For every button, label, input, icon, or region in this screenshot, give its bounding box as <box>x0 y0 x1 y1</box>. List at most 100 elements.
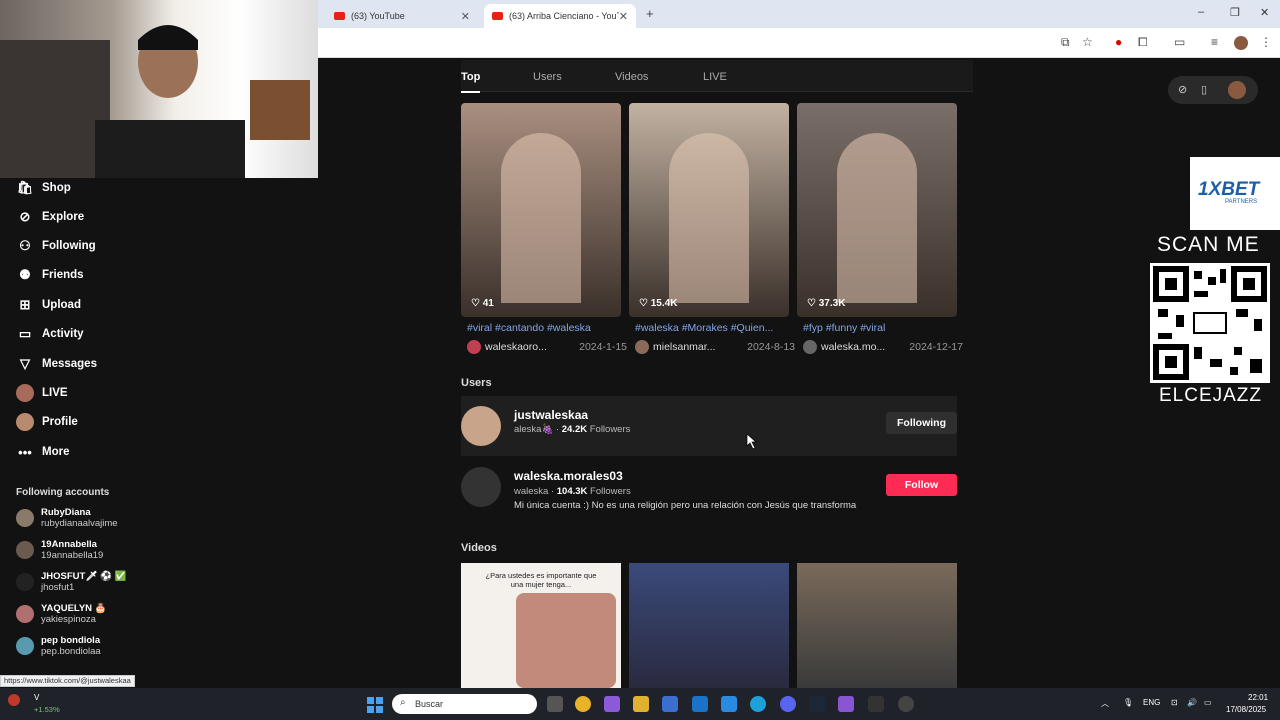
following-account[interactable]: YAQUELYN 🎂 yakiespinoza <box>16 598 107 630</box>
video-caption[interactable]: #waleska #Morakes #Quien... <box>635 322 795 334</box>
battery-icon[interactable]: ▭ <box>1204 698 1212 707</box>
video-caption[interactable]: #fyp #funny #viral <box>803 322 963 334</box>
user-avatar[interactable] <box>461 406 501 446</box>
following-account[interactable]: JHOSFUT🗡 ⚽ ✅ jhosfut1 <box>16 566 126 598</box>
microphone-icon[interactable]: 🎙 <box>1123 698 1133 707</box>
extensions-icon[interactable]: ⧠ <box>1138 35 1148 50</box>
avatar[interactable] <box>16 605 34 623</box>
language-indicator[interactable]: ENG <box>1143 698 1160 707</box>
like-count: ♡ 41 <box>471 298 494 309</box>
browser-tab-youtube[interactable]: (63) YouTube ✕ <box>326 4 478 28</box>
discord-icon[interactable] <box>780 696 796 712</box>
following-account[interactable]: RubyDiana rubydianaalvajime <box>16 502 118 534</box>
bookmark-star-icon[interactable]: ☆ <box>1082 35 1093 49</box>
video-card[interactable]: ♡ 15.4K <box>629 103 789 317</box>
minimize-button[interactable]: – <box>1198 6 1204 18</box>
g-hub-icon[interactable] <box>868 696 884 712</box>
avatar[interactable] <box>1228 81 1246 99</box>
user-avatar[interactable] <box>461 467 501 507</box>
floating-toolbar[interactable]: ⊘ ▯ <box>1168 76 1258 104</box>
clock-time[interactable]: 22:01 <box>1248 693 1268 702</box>
promo-code: ELCEJAZZ <box>1159 385 1263 406</box>
sidebar-item-messages[interactable]: ▽ Messages <box>16 352 97 376</box>
steam-icon[interactable] <box>809 696 825 712</box>
avatar[interactable] <box>16 509 34 527</box>
new-tab-button[interactable]: + <box>646 6 654 21</box>
username[interactable]: waleska.morales03 <box>514 469 623 483</box>
video-thumbnail <box>516 593 616 688</box>
copilot-icon[interactable] <box>604 696 620 712</box>
chrome-icon[interactable] <box>575 696 591 712</box>
sidebar-item-profile[interactable]: Profile <box>16 410 78 434</box>
cast-icon[interactable]: ▭ <box>1174 35 1185 49</box>
tab-live[interactable]: LIVE <box>703 71 727 83</box>
opera-icon[interactable]: ● <box>1115 35 1122 49</box>
install-app-icon[interactable]: ⧉ <box>1061 35 1070 50</box>
sidebar-item-shop[interactable]: 🛍 Shop <box>16 176 71 200</box>
video-card[interactable] <box>797 563 957 688</box>
browser-tab-arriba-cienciano[interactable]: (63) Arriba Cienciano - YouTube ✕ <box>484 4 636 28</box>
tab-users[interactable]: Users <box>533 71 562 83</box>
following-account[interactable]: 19Annabella 19annabella19 <box>16 534 103 566</box>
network-icon[interactable]: ⊡ <box>1171 698 1178 707</box>
sidebar-item-more[interactable]: ••• More <box>16 440 69 464</box>
sidebar-item-activity[interactable]: ▭ Activity <box>16 322 84 346</box>
username[interactable]: justwaleskaa <box>514 408 588 422</box>
address-bar[interactable]: ⧉ ☆ ● ⧠ ▭ ≡ ⋮ <box>318 28 1280 58</box>
sidebar-item-upload[interactable]: ⊞ Upload <box>16 293 81 317</box>
restore-button[interactable]: ❐ <box>1230 6 1240 19</box>
sidebar-item-live[interactable]: LIVE <box>16 381 68 405</box>
author-name[interactable]: waleskaoro... <box>485 341 573 353</box>
video-card[interactable]: ¿Para ustedes es importante que una muje… <box>461 563 621 688</box>
sidebar-item-explore[interactable]: ⊘ Explore <box>16 205 85 229</box>
author-name[interactable]: waleska.mo... <box>821 341 903 353</box>
video-caption[interactable]: #viral #cantando #waleska <box>467 322 627 334</box>
video-card[interactable]: ♡ 41 <box>461 103 621 317</box>
avatar[interactable] <box>16 573 34 591</box>
author-avatar[interactable] <box>467 340 481 354</box>
account-names: pep bondiola pep.bondiolaa <box>41 635 101 657</box>
settings-icon[interactable] <box>898 696 914 712</box>
following-button[interactable]: Following <box>886 412 957 434</box>
video-card[interactable] <box>629 563 789 688</box>
stock-icon[interactable] <box>8 694 20 706</box>
close-tab-icon[interactable]: ✕ <box>461 10 470 23</box>
outlook-icon[interactable] <box>692 696 708 712</box>
video-card[interactable]: ♡ 37.3K <box>797 103 957 317</box>
user-row[interactable]: waleska.morales03 waleska · 104.3K Follo… <box>461 457 957 517</box>
task-view-icon[interactable] <box>547 696 563 712</box>
sidebar-item-friends[interactable]: ⚉ Friends <box>16 263 83 287</box>
stock-change: +1.53% <box>34 705 60 714</box>
edge-icon[interactable] <box>750 696 766 712</box>
tab-top[interactable]: Top <box>461 71 481 93</box>
dropbox-icon[interactable] <box>721 696 737 712</box>
avatar[interactable] <box>16 541 34 559</box>
user-row[interactable]: justwaleskaa aleska🍇 · 24.2K Followers F… <box>461 396 957 456</box>
author-name[interactable]: mielsanmar... <box>653 341 741 353</box>
close-tab-icon[interactable]: ✕ <box>619 10 628 23</box>
windows-start-icon[interactable] <box>367 697 383 713</box>
tray-chevron-icon[interactable]: ︿ <box>1101 698 1109 709</box>
follow-button[interactable]: Follow <box>886 474 957 496</box>
taskbar-search[interactable]: Buscar <box>392 694 537 714</box>
sidebar-item-following[interactable]: ⚇ Following <box>16 234 95 258</box>
browser-tabstrip: (63) YouTube ✕ (63) Arriba Cienciano - Y… <box>318 0 1280 28</box>
avatar[interactable] <box>16 637 34 655</box>
author-avatar[interactable] <box>803 340 817 354</box>
clock-date[interactable]: 17/08/2025 <box>1226 705 1266 714</box>
tab-videos[interactable]: Videos <box>615 71 648 83</box>
compass-icon[interactable]: ⊘ <box>1178 83 1187 96</box>
profile-avatar[interactable] <box>1234 36 1248 50</box>
volume-icon[interactable]: 🔊 <box>1187 698 1197 707</box>
author-avatar[interactable] <box>635 340 649 354</box>
menu-icon[interactable]: ⋮ <box>1260 35 1272 49</box>
sponsor-logo: 1XBET PARTNERS <box>1190 157 1280 230</box>
obs-icon[interactable] <box>838 696 854 712</box>
following-account[interactable]: pep bondiola pep.bondiolaa <box>16 630 101 662</box>
file-explorer-icon[interactable] <box>633 696 649 712</box>
close-window-button[interactable]: ✕ <box>1260 6 1269 19</box>
store-icon[interactable] <box>662 696 678 712</box>
phone-icon[interactable]: ▯ <box>1201 83 1207 96</box>
media-icon[interactable]: ≡ <box>1211 35 1218 49</box>
video-thumbnail <box>501 133 581 303</box>
